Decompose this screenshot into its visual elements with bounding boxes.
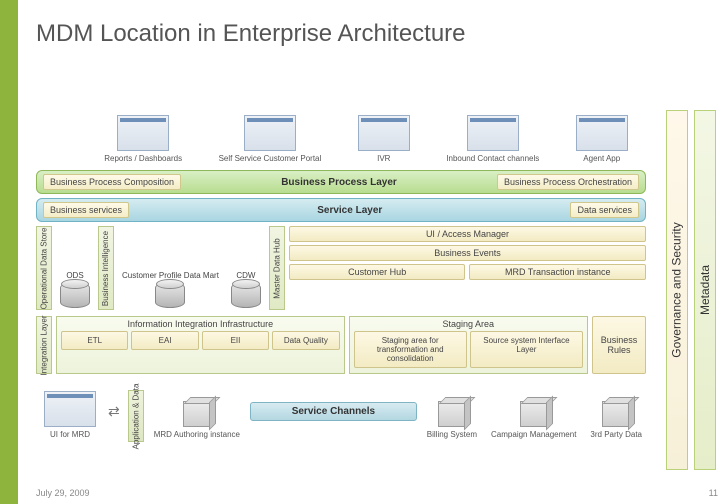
ods-cylinder: ODS [56,226,94,310]
business-rules-box: Business Rules [592,316,646,374]
cube-icon [520,401,548,427]
data-services: Data services [570,202,639,218]
cdw: CDW [227,226,265,310]
screen-icon [117,115,169,151]
third-party-data: 3rd Party Data [586,399,646,442]
screen-icon [44,391,96,427]
integration-layer-label: Integration Layer [36,316,52,374]
screen-icon [576,115,628,151]
source-system-interface-box: Source system Interface Layer [470,331,583,368]
service-channels-bar: Service Channels [250,402,417,421]
service-layer: Business services Service Layer Data ser… [36,198,646,222]
database-icon [231,282,261,308]
etl-box: ETL [61,331,128,350]
ui-for-mrd: UI for MRD [40,389,100,442]
app-inbound-contact: Inbound Contact channels [442,113,543,166]
integration-layer-row: Integration Layer Information Integratio… [36,316,646,374]
billing-system: Billing System [423,399,481,442]
diagram-stage: Governance and Security Metadata Reports… [36,110,716,470]
service-layer-title: Service Layer [135,205,564,216]
eai-box: EAI [131,331,198,350]
governance-security-bar: Governance and Security [666,110,688,470]
footer-page-number: 11 [709,488,718,498]
customer-hub: Customer Hub [289,264,466,280]
operational-data-store-label: Operational Data Store [36,226,52,310]
staging-transform-box: Staging area for transformation and cons… [354,331,467,368]
ui-access-manager: UI / Access Manager [289,226,646,242]
app-reports-dashboards: Reports / Dashboards [100,113,186,166]
iil-title: Information Integration Infrastructure [61,319,340,329]
cube-icon [438,401,466,427]
metadata-bar: Metadata [694,110,716,470]
customer-profile-datamart: Customer Profile Data Mart [118,226,223,310]
screen-icon [244,115,296,151]
campaign-management: Campaign Management [487,399,580,442]
bp-orchestration: Business Process Orchestration [497,174,639,190]
business-process-layer: Business Process Composition Business Pr… [36,170,646,194]
app-agent: Agent App [572,113,632,166]
source-systems-row: UI for MRD ⇄ Application & Data MRD Auth… [36,380,646,442]
bp-composition: Business Process Composition [43,174,181,190]
screen-icon [467,115,519,151]
application-and-data-label: Application & Data [128,390,144,442]
database-icon [60,282,90,308]
presentation-apps-row: Reports / Dashboards Self Service Custom… [36,110,646,166]
screen-icon [358,115,410,151]
data-tier: Operational Data Store ODS Business Inte… [36,226,646,310]
staging-title: Staging Area [354,319,583,329]
arrow-icon: ⇄ [108,403,120,420]
mdh-panel: UI / Access Manager Business Events Cust… [289,226,646,310]
main-column: Reports / Dashboards Self Service Custom… [36,110,646,442]
app-self-service-portal: Self Service Customer Portal [215,113,326,166]
slide-title: MDM Location in Enterprise Architecture [36,20,466,48]
mrd-transaction-instance: MRD Transaction instance [469,264,646,280]
eii-box: EII [202,331,269,350]
business-events: Business Events [289,245,646,261]
business-services: Business services [43,202,129,218]
data-quality-box: Data Quality [272,331,339,350]
cube-icon [183,401,211,427]
accent-bar [0,0,18,504]
cube-icon [602,401,630,427]
database-icon [155,282,185,308]
bp-layer-title: Business Process Layer [187,177,491,188]
footer-date: July 29, 2009 [36,488,90,498]
master-data-hub-label: Master Data Hub [269,226,285,310]
information-integration-infrastructure: Information Integration Infrastructure E… [56,316,345,374]
business-intelligence-label: Business Intelligence [98,226,114,310]
staging-area: Staging Area Staging area for transforma… [349,316,588,374]
app-ivr: IVR [354,113,414,166]
mrd-authoring-instance: MRD Authoring instance [150,399,244,442]
